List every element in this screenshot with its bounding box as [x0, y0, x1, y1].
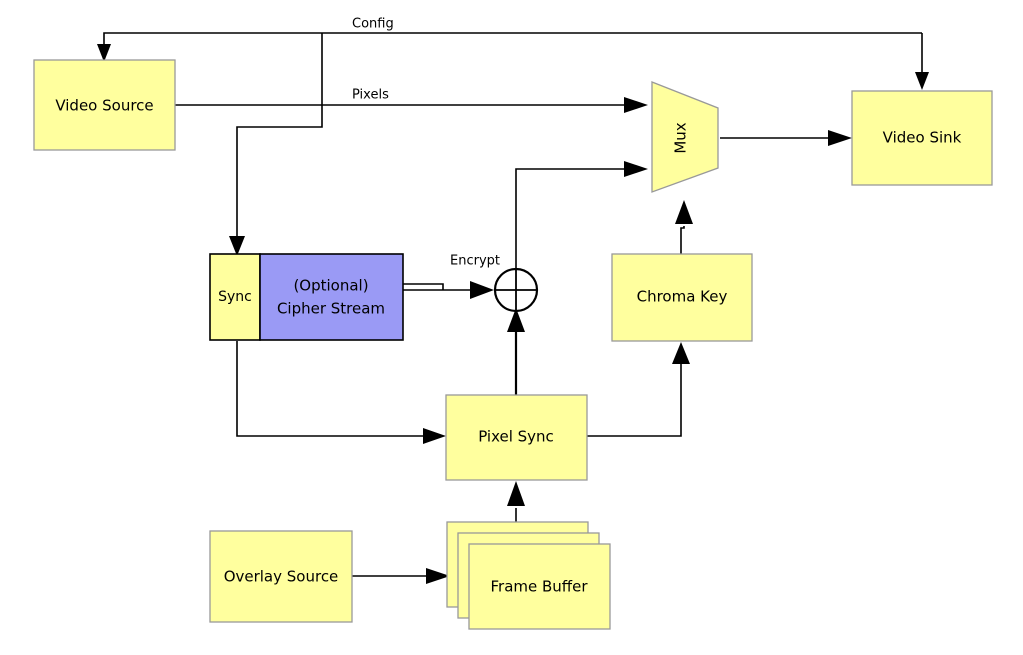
cipher-stream-box[interactable]: [259, 253, 404, 341]
edge-label-encrypt: Encrypt: [450, 254, 500, 269]
arrowhead-pixels-to-mux: [624, 97, 648, 113]
arrowhead-mux-to-video-sink: [828, 130, 852, 146]
chroma-key-label: Chroma Key: [637, 288, 728, 306]
arrowhead-xor-to-mux: [624, 161, 648, 177]
sync-label: Sync: [218, 289, 252, 305]
arrowhead-pixel-sync-to-chroma-key: [672, 342, 690, 364]
arrowhead-sync-to-pixel-sync: [423, 428, 446, 444]
wire-config-to-sync: [229, 33, 323, 256]
edge-label-config: Config: [352, 17, 394, 32]
frame-buffer-label: Frame Buffer: [490, 578, 588, 596]
wire-config: [97, 32, 929, 90]
arrowhead-config-to-video-source: [97, 44, 111, 62]
arrowhead-config-to-sync: [229, 236, 245, 256]
wire-pixel-sync-to-xor: [507, 308, 525, 395]
arrowhead-config-to-video-sink: [915, 72, 929, 90]
node-video-source[interactable]: Video Source: [33, 59, 176, 151]
arrowhead-encrypt-to-xor: [470, 281, 494, 299]
node-cipher-stream[interactable]: (Optional) Cipher Stream: [259, 253, 404, 341]
wire-pixels: [175, 97, 648, 113]
node-chroma-key[interactable]: Chroma Key: [611, 253, 753, 342]
node-mux[interactable]: Mux: [651, 81, 719, 193]
wire-cipher-to-xor: [403, 281, 494, 299]
node-overlay-source[interactable]: Overlay Source: [209, 530, 353, 623]
wire-frame-buffer-to-pixel-sync: [507, 481, 525, 528]
wire-pixel-sync-to-chroma-key: [587, 342, 690, 437]
video-sink-label: Video Sink: [883, 129, 962, 147]
wire-xor-to-mux: [515, 161, 648, 269]
overlay-source-label: Overlay Source: [224, 568, 339, 586]
cipher-stream-label-optional: (Optional): [293, 277, 368, 295]
mux-label: Mux: [672, 122, 690, 153]
node-sync[interactable]: Sync: [209, 253, 261, 341]
arrowhead-frame-buffer-to-pixel-sync: [507, 481, 525, 506]
node-xor-encrypt[interactable]: [493, 267, 539, 313]
edge-label-pixels: Pixels: [352, 88, 389, 103]
cipher-stream-label-main: Cipher Stream: [277, 300, 385, 318]
wire-sync-to-pixel-sync: [236, 341, 446, 444]
wire-chroma-key-to-mux: [675, 200, 693, 254]
diagram-svg: Video Source Sync (Optional) Cipher Stre…: [33, 17, 993, 630]
node-video-sink[interactable]: Video Sink: [851, 90, 993, 186]
node-pixel-sync[interactable]: Pixel Sync: [445, 394, 588, 481]
wire-overlay-source-to-frame-buffer: [352, 568, 450, 584]
block-diagram-canvas: Video Source Sync (Optional) Cipher Stre…: [0, 0, 1023, 655]
arrowhead-chroma-key-to-mux: [675, 200, 693, 224]
video-source-label: Video Source: [55, 97, 153, 115]
pixel-sync-label: Pixel Sync: [478, 428, 554, 446]
node-frame-buffer[interactable]: Frame Buffer: [446, 521, 611, 630]
wire-mux-to-video-sink: [720, 130, 852, 146]
